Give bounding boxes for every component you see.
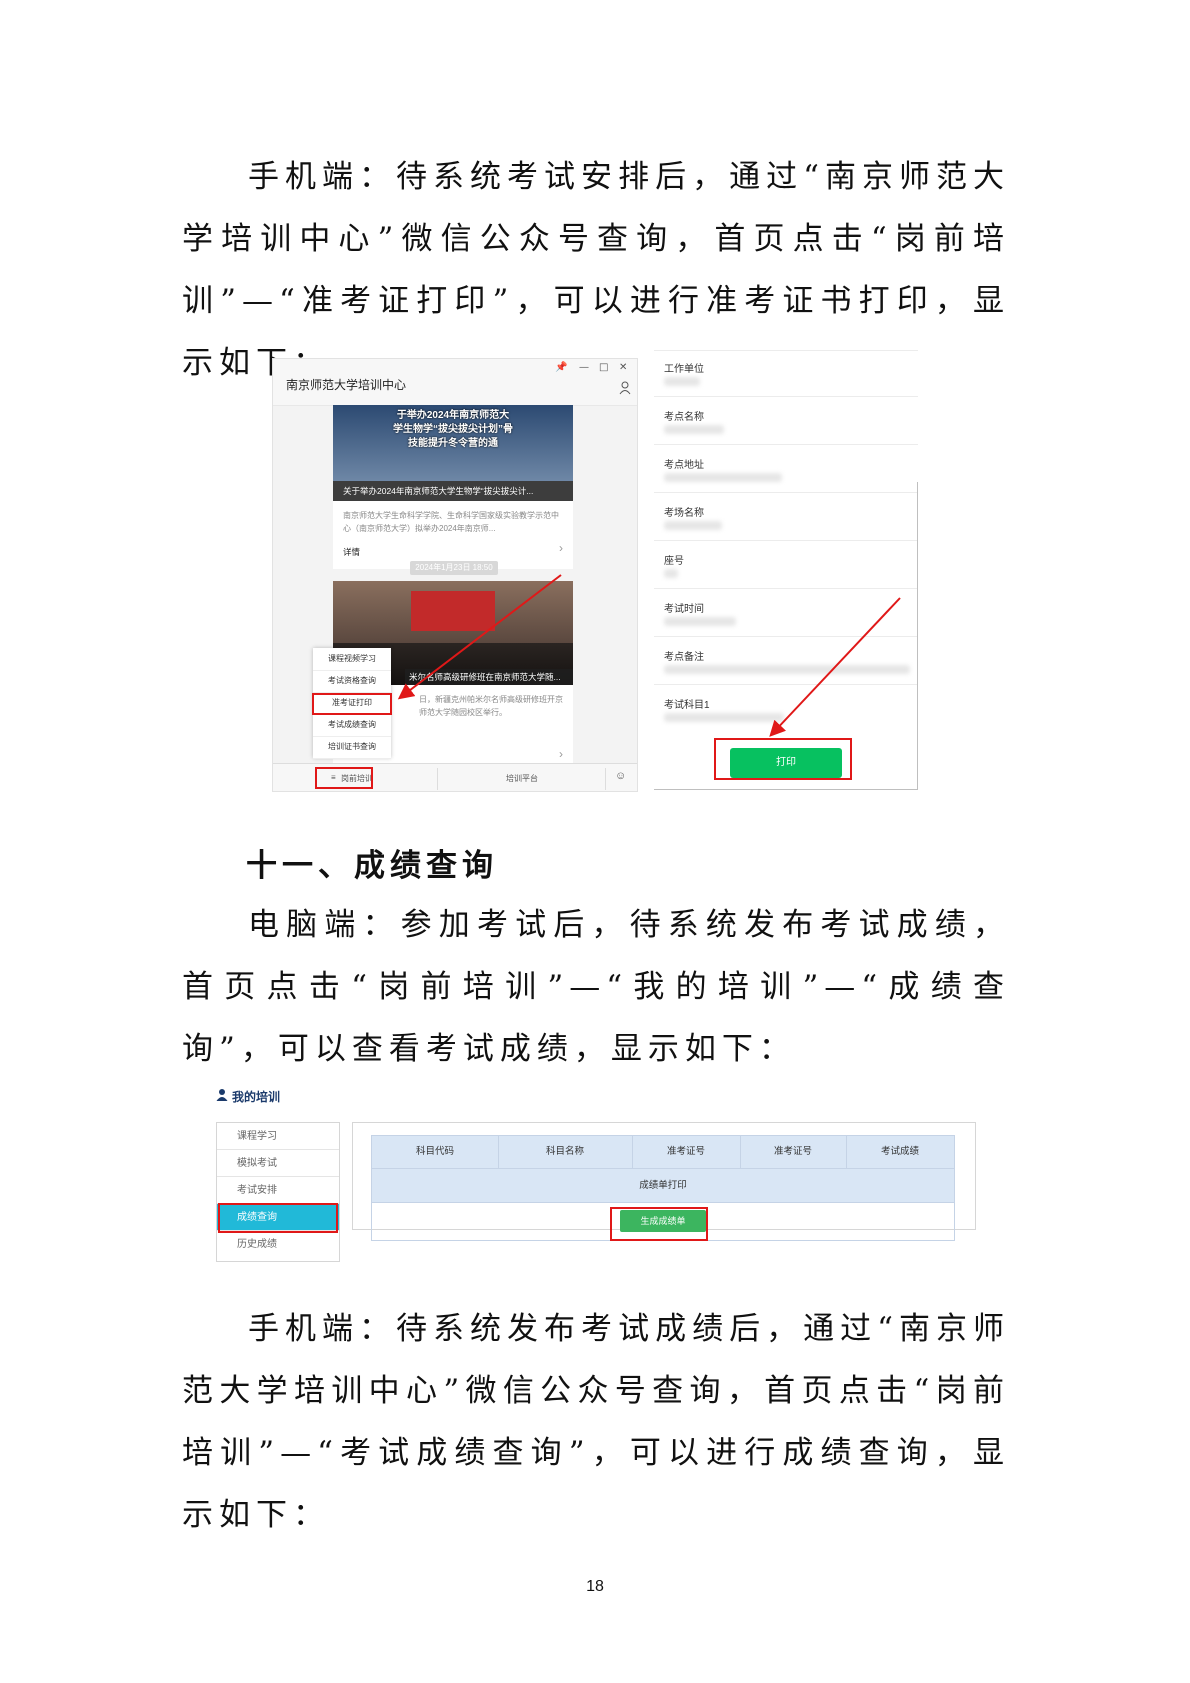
paragraph-pc-score: 电脑端：参加考试后，待系统发布考试成绩，首页点击“岗前培训”—“我的培训”—“成…: [182, 907, 1010, 1067]
page-number: 18: [586, 1578, 604, 1595]
sidebar-item-course-study[interactable]: 课程学习: [217, 1123, 339, 1150]
column-header: 科目代码: [415, 1146, 454, 1157]
pc-score-query-screenshot: 我的培训 课程学习 模拟考试 考试安排 成绩查询 历史成绩 科目代码 科目名称 …: [216, 1088, 976, 1278]
highlight-box: [610, 1207, 708, 1241]
pc-main-panel: 科目代码 科目名称 准考证号 准考证号 考试成绩 成绩单打印 生成成绩单: [352, 1122, 976, 1241]
column-header: 科目名称: [545, 1146, 584, 1157]
column-header: 准考证号: [666, 1146, 705, 1157]
user-icon: [216, 1089, 228, 1101]
mobile-admission-ticket-screenshot: 工作单位 考点名称 考点地址 考场名称 座号 考试时间 考点备注 考试科目1 打…: [654, 350, 918, 790]
table-header: 科目代码 科目名称 准考证号 准考证号 考试成绩: [371, 1135, 955, 1169]
paragraph-mobile-score: 手机端：待系统发布考试成绩后，通过“南京师范大学培训中心”微信公众号查询，首页点…: [182, 1311, 1010, 1533]
pc-page-title: 我的培训: [232, 1090, 281, 1104]
highlight-box: [218, 1203, 338, 1233]
arrow-annotation: [397, 574, 562, 700]
sidebar-item-exam-schedule[interactable]: 考试安排: [217, 1177, 339, 1204]
column-header: 考试成绩: [880, 1146, 919, 1157]
pc-sidebar: 课程学习 模拟考试 考试安排 成绩查询 历史成绩: [216, 1122, 340, 1262]
column-header: 准考证号: [773, 1146, 812, 1157]
score-report-subheader: 成绩单打印: [371, 1169, 955, 1203]
sidebar-item-history-score[interactable]: 历史成绩: [217, 1231, 339, 1258]
sidebar-item-mock-exam[interactable]: 模拟考试: [217, 1150, 339, 1177]
mobile-home-screenshot: 南京师范大学培训中心 📌 — □ ✕ 于举办2024年南京师范大学生物学“拔尖拔…: [272, 358, 638, 792]
section-heading: 十一、成绩查询: [246, 848, 498, 884]
arrow-annotation: [769, 597, 901, 737]
